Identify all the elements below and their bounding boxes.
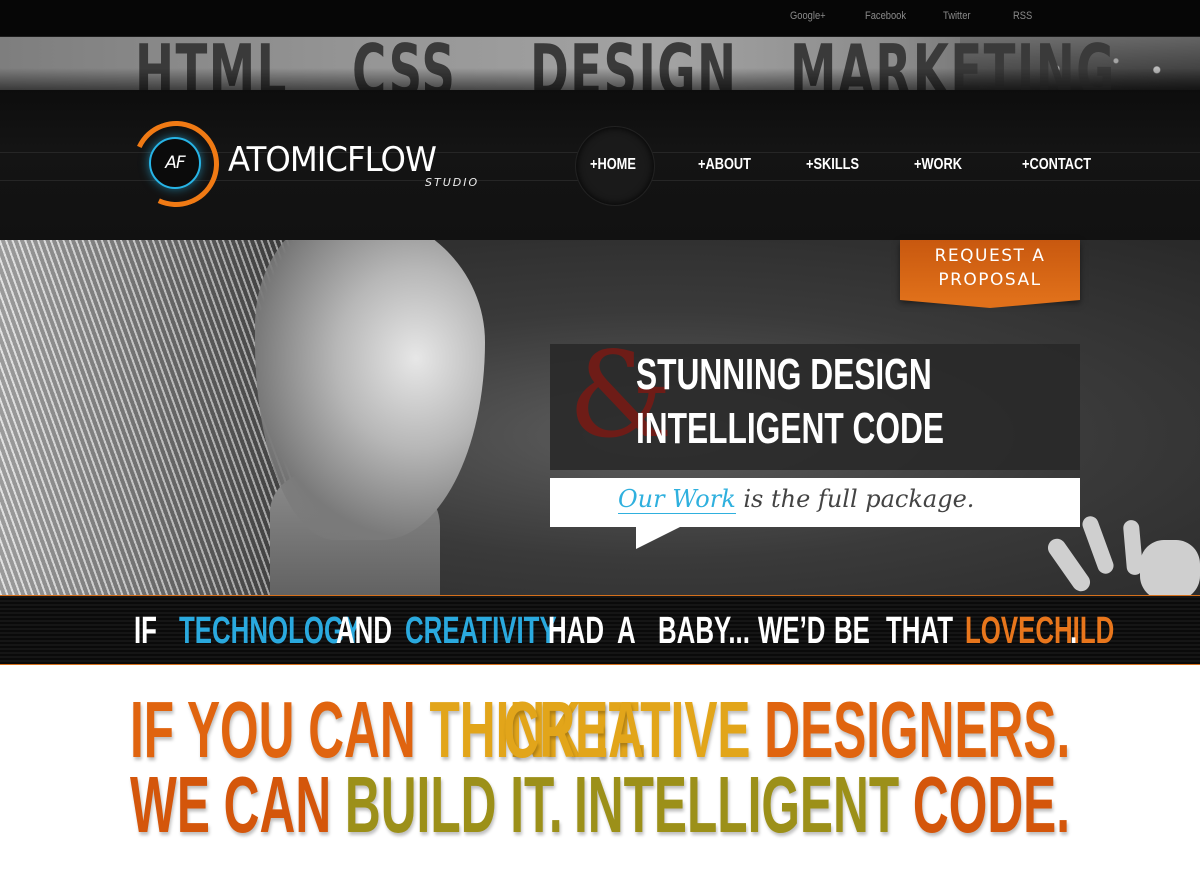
band-word: . (1070, 610, 1078, 652)
nav-item-about[interactable]: +ABOUT (698, 156, 751, 174)
slogan-creative-designers: CREATIVE DESIGNERS. (503, 685, 1070, 774)
site-header: AF ATOMICFLOW STUDIO +HOME +ABOUT +SKILL… (0, 90, 1200, 240)
logo-mark[interactable]: AF (149, 137, 201, 189)
nav-item-contact[interactable]: +CONTACT (1022, 156, 1091, 174)
proposal-line-2: PROPOSAL (938, 270, 1042, 290)
speech-bubble: Our Work is the full package. (550, 478, 1080, 549)
band-word: AND (336, 610, 392, 652)
banner-word-html: HTML (135, 37, 288, 90)
slogan-intelligent-code: INTELLIGENT CODE. (574, 760, 1070, 849)
band-word: A (617, 610, 636, 652)
logo-subtitle: STUDIO (425, 176, 480, 189)
bubble-text-rest: is the full package. (735, 485, 975, 513)
band-word: BE (834, 610, 870, 652)
band-word: CREATIVITY (405, 610, 557, 652)
hero-headline-2: INTELLIGENT CODE (636, 404, 945, 453)
logo-name[interactable]: ATOMICFLOW (228, 142, 437, 178)
our-work-link[interactable]: Our Work (618, 485, 736, 514)
band-word: HAD (548, 610, 604, 652)
band-word: WE’D (758, 610, 826, 652)
nav-item-work[interactable]: +WORK (914, 156, 962, 174)
bubble-text: Our Work is the full package. (618, 485, 975, 514)
social-link-twitter[interactable]: Twitter (943, 10, 971, 22)
lovechild-band: IF TECHNOLOGY AND CREATIVITY HAD A BABY.… (0, 595, 1200, 665)
nav-item-home[interactable]: +HOME (590, 156, 636, 174)
band-word: IF (134, 610, 157, 652)
social-link-facebook[interactable]: Facebook (865, 10, 906, 22)
hero-headline-1: STUNNING DESIGN (636, 350, 932, 399)
band-word: BABY... (658, 610, 750, 652)
slogan-build-it: WE CAN BUILD IT. (130, 760, 563, 849)
skills-word-banner: HTML CSS DESIGN MARKETING (0, 37, 1200, 90)
band-word: THAT (886, 610, 953, 652)
banner-word-css: CSS (352, 37, 457, 90)
social-link-google-plus[interactable]: Google+ (790, 10, 826, 22)
banner-word-marketing: MARKETING (790, 37, 1116, 90)
banner-word-design: DESIGN (530, 37, 738, 90)
request-proposal-button[interactable]: REQUEST A PROPOSAL (900, 240, 1080, 308)
social-link-rss[interactable]: RSS (1013, 10, 1032, 22)
band-word: TECHNOLOGY (179, 610, 362, 652)
top-social-bar: Google+ Facebook Twitter RSS (0, 0, 1200, 37)
logo-mark-text: AF (165, 153, 185, 173)
nav-item-skills[interactable]: +SKILLS (806, 156, 859, 174)
hero-photo-face (255, 240, 485, 540)
band-word: LOVECHILD (965, 610, 1115, 652)
proposal-line-1: REQUEST A (934, 246, 1046, 266)
